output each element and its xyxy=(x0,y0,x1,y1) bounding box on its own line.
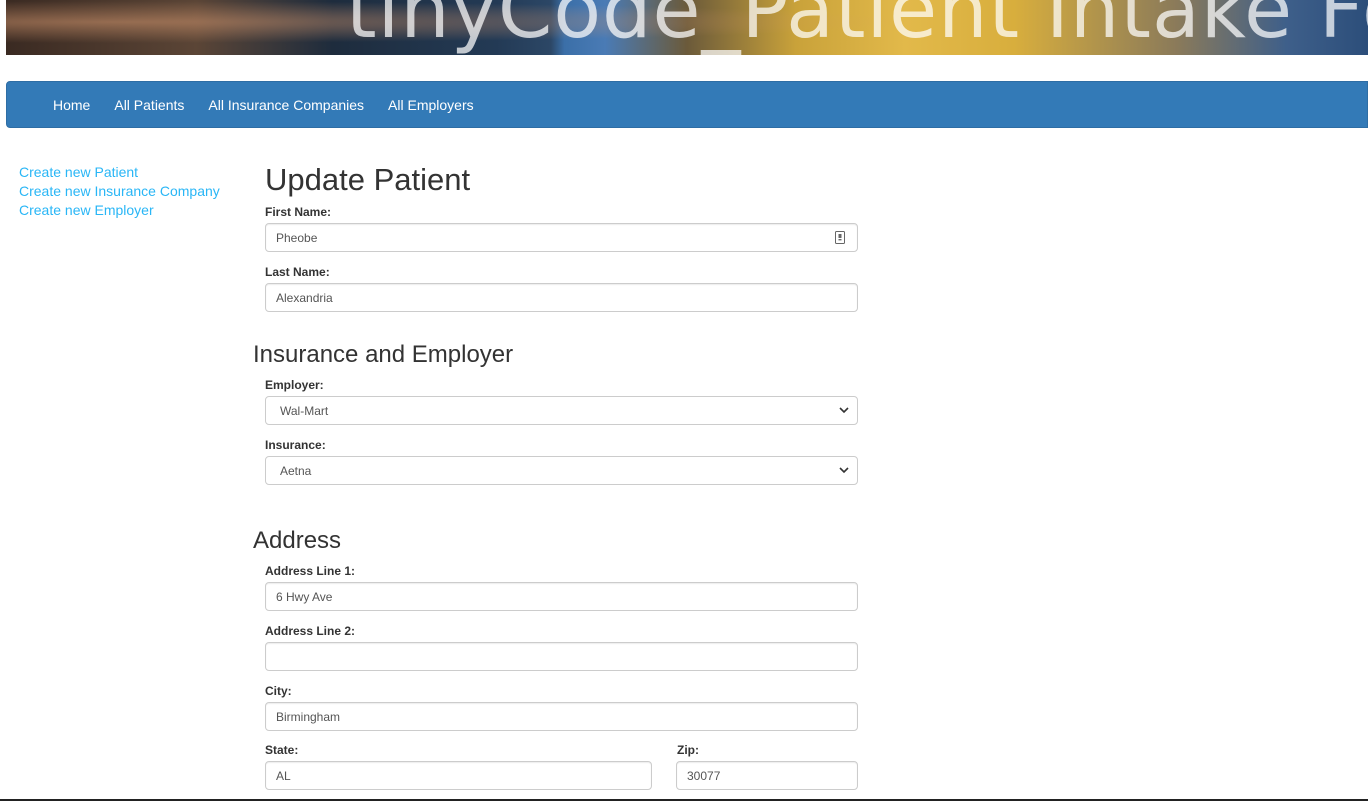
city-field[interactable] xyxy=(265,702,858,731)
create-insurance-company-link[interactable]: Create new Insurance Company xyxy=(19,182,220,201)
nav-all-employers[interactable]: All Employers xyxy=(388,97,474,113)
address-line1-field[interactable] xyxy=(265,582,858,611)
state-field[interactable] xyxy=(265,761,652,790)
create-patient-link[interactable]: Create new Patient xyxy=(19,163,220,182)
employer-selected-value: Wal-Mart xyxy=(280,403,329,418)
insurance-selected-value: Aetna xyxy=(280,463,312,478)
first-name-field[interactable] xyxy=(265,223,858,252)
create-employer-link[interactable]: Create new Employer xyxy=(19,201,220,220)
address-line2-label: Address Line 2: xyxy=(265,624,356,638)
city-label: City: xyxy=(265,684,292,698)
zip-field[interactable] xyxy=(676,761,858,790)
sidebar: Create new Patient Create new Insurance … xyxy=(19,163,220,220)
zip-label: Zip: xyxy=(677,743,699,757)
last-name-label: Last Name: xyxy=(265,265,330,279)
employer-label: Employer: xyxy=(265,378,324,392)
nav-all-patients[interactable]: All Patients xyxy=(114,97,184,113)
autofill-icon[interactable] xyxy=(834,230,846,244)
banner-title: tinyCode_Patient Intake Form xyxy=(346,0,1368,55)
insurance-select[interactable]: Aetna xyxy=(265,456,858,485)
nav-all-insurance-companies[interactable]: All Insurance Companies xyxy=(208,97,364,113)
address-section-heading: Address xyxy=(253,527,342,554)
last-name-field[interactable] xyxy=(265,283,858,312)
nav-home[interactable]: Home xyxy=(53,97,90,113)
header-banner: tinyCode_Patient Intake Form xyxy=(6,0,1368,55)
insurance-section-heading: Insurance and Employer xyxy=(253,341,514,368)
page-title: Update Patient xyxy=(265,162,471,197)
insurance-label: Insurance: xyxy=(265,438,326,452)
address-line1-label: Address Line 1: xyxy=(265,564,356,578)
first-name-label: First Name: xyxy=(265,205,332,219)
chevron-down-icon xyxy=(839,406,849,416)
state-label: State: xyxy=(265,743,299,757)
employer-select[interactable]: Wal-Mart xyxy=(265,396,858,425)
navbar: Home All Patients All Insurance Companie… xyxy=(6,81,1368,128)
address-line2-field[interactable] xyxy=(265,642,858,671)
chevron-down-icon xyxy=(839,466,849,476)
